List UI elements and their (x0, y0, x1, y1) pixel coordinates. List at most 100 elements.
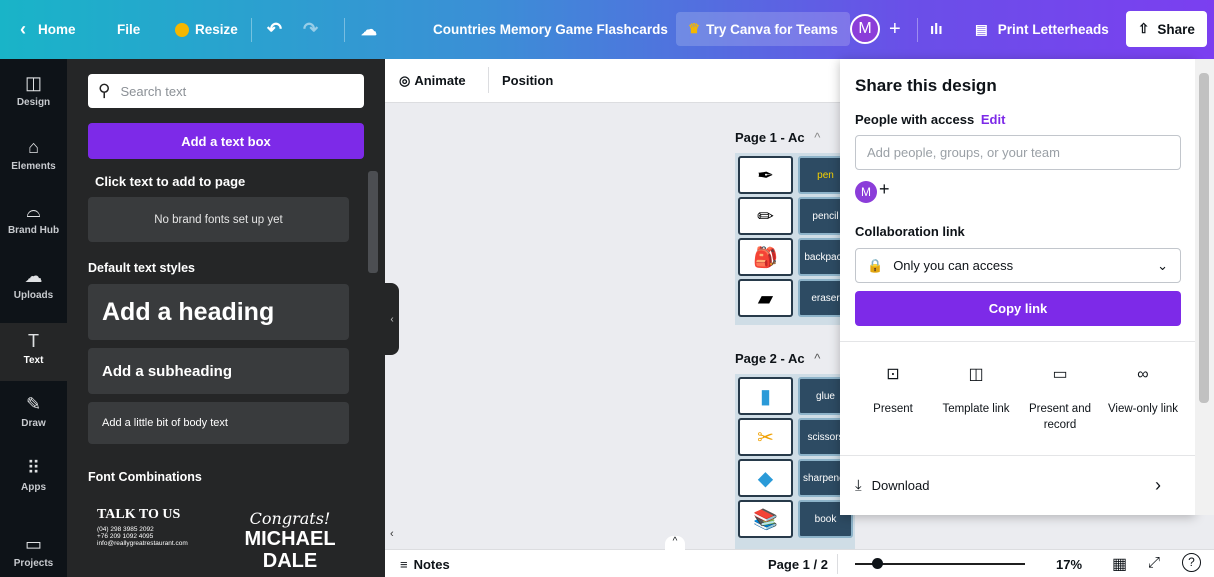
rail-brand-hub[interactable]: ⌓ Brand Hub (0, 201, 67, 236)
rail-uploads[interactable]: ☁ Uploads (0, 266, 67, 301)
animate-icon: ◎ (399, 73, 411, 88)
download-option[interactable]: ⤓ Download › (855, 465, 1181, 505)
notes-icon: ≡ (400, 557, 408, 572)
sharpener-image: ◆ (738, 459, 793, 497)
share-scrollbar[interactable] (1195, 59, 1214, 515)
add-subheading-button[interactable]: Add a subheading (88, 348, 349, 394)
expand-pages-button[interactable]: ^ (665, 536, 685, 550)
top-bar: ‹ Home File Resize ↶ ↷ ☁ Countries Memory… (0, 0, 1214, 59)
cloud-saved-icon[interactable]: ☁ (361, 0, 377, 59)
add-heading-button[interactable]: Add a heading (88, 284, 349, 340)
brand-icon: ⌓ (26, 201, 41, 221)
print-button[interactable]: ▤ Print Letterheads (975, 0, 1109, 59)
bottom-bar: ≡ Notes ^ Page 1 / 2 17% ▦ ⤢ ? (385, 536, 1214, 577)
scissors-image: ✂ (738, 418, 793, 456)
brand-fonts-card: No brand fonts set up yet (88, 197, 349, 242)
present-record-option[interactable]: ▭ Present and record (1020, 357, 1100, 433)
copy-link-button[interactable]: Copy link (855, 291, 1181, 326)
rail-elements[interactable]: ⌂ Elements (0, 137, 67, 172)
editor-toolbar: ◎ Animate Position (385, 59, 840, 103)
rail-projects[interactable]: ▭ Projects (0, 534, 67, 569)
shapes-icon: ⌂ (28, 137, 39, 157)
upload-share-icon: ⇧ (1138, 21, 1150, 36)
add-person-icon[interactable]: + (879, 179, 890, 200)
rail-text[interactable]: T Text (0, 323, 67, 381)
fullscreen-icon[interactable]: ⤢ (1148, 554, 1160, 571)
chevron-up-icon: ^ (672, 536, 678, 547)
panel-scrollbar[interactable] (368, 171, 378, 273)
backpack-image: 🎒 (738, 238, 793, 276)
upload-icon: ☁ (24, 266, 43, 286)
present-option[interactable]: ⊡ Present (853, 357, 933, 417)
chevron-up-icon[interactable]: ^ (814, 351, 820, 366)
rail-apps[interactable]: ⠿ Apps (0, 458, 67, 493)
default-styles-label: Default text styles (88, 261, 195, 275)
font-combinations-label: Font Combinations (88, 470, 202, 484)
layout-icon: ◫ (24, 73, 42, 93)
add-people-input[interactable]: Add people, groups, or your team (855, 135, 1181, 170)
pen-image: ✒ (738, 156, 793, 194)
share-title: Share this design (855, 76, 997, 95)
help-icon[interactable]: ? (1182, 553, 1201, 572)
apps-icon: ⠿ (26, 458, 41, 478)
notes-button[interactable]: ≡ Notes (400, 557, 450, 572)
link-access-select[interactable]: 🔒 Only you can access ⌄ (855, 248, 1181, 283)
design-title[interactable]: Countries Memory Game Flashcards (433, 0, 668, 59)
home-button[interactable]: ‹ Home (20, 0, 76, 59)
text-panel: ⚲ Search text Add a text box Click text t… (67, 59, 385, 577)
undo-icon[interactable]: ↶ (267, 0, 282, 59)
add-text-box-button[interactable]: Add a text box (88, 123, 364, 159)
edit-link[interactable]: Edit (981, 112, 1006, 127)
draw-icon: ✎ (25, 394, 42, 414)
scrollbar-thumb[interactable] (1199, 73, 1209, 403)
book-image: 📚 (738, 500, 793, 538)
add-collaborator-icon[interactable]: + (889, 0, 901, 59)
crown-icon: ♛ (688, 21, 701, 36)
share-panel: Share this design People with access Edi… (840, 59, 1195, 515)
chevron-left-icon: ‹ (20, 19, 26, 39)
try-teams-button[interactable]: ♛ Try Canva for Teams (676, 12, 850, 46)
eraser-image: ▰ (738, 279, 793, 317)
scroll-left-icon[interactable]: ‹ (390, 528, 394, 540)
font-combo-contact[interactable]: TALK TO US (04) 298 3985 2092 +76 209 10… (97, 507, 217, 577)
search-icon: ⚲ (98, 81, 111, 100)
avatar[interactable]: M (855, 181, 877, 203)
rail-draw[interactable]: ✎ Draw (0, 394, 67, 429)
page-1-thumbnail[interactable]: ✒ pen ✏ pencil 🎒 backpack ▰ eraser (735, 153, 855, 325)
search-input[interactable]: ⚲ Search text (88, 74, 364, 108)
click-text-label: Click text to add to page (95, 174, 246, 189)
lock-icon: 🔒 (867, 257, 884, 273)
view-only-link-option[interactable]: ∞ View-only link (1103, 357, 1183, 417)
collab-link-label: Collaboration link (855, 224, 965, 239)
insights-icon[interactable]: ılı (930, 0, 943, 59)
download-icon: ⤓ (855, 476, 862, 494)
template-link-option[interactable]: ◫ Template link (936, 357, 1016, 417)
redo-icon[interactable]: ↷ (303, 0, 318, 59)
add-body-text-button[interactable]: Add a little bit of body text (88, 402, 349, 444)
font-combo-congrats[interactable]: Congrats! MICHAEL DALE (235, 509, 345, 577)
avatar[interactable]: M (850, 14, 880, 44)
chevron-up-icon[interactable]: ^ (814, 130, 820, 145)
zoom-level[interactable]: 17% (1056, 557, 1082, 572)
page-2-label[interactable]: Page 2 - Ac ^ (735, 351, 820, 366)
crown-icon (175, 22, 189, 37)
pencil-image: ✏ (738, 197, 793, 235)
grid-view-icon[interactable]: ▦ (1112, 554, 1127, 574)
animate-button[interactable]: ◎ Animate (399, 73, 466, 89)
chevron-down-icon: ⌄ (1157, 257, 1168, 273)
rail-design[interactable]: ◫ Design (0, 73, 67, 108)
share-button[interactable]: ⇧ Share (1126, 11, 1207, 47)
record-icon: ▭ (1052, 366, 1068, 383)
people-access-label: People with access Edit (855, 112, 1006, 127)
position-button[interactable]: Position (502, 73, 553, 88)
zoom-slider-thumb[interactable] (872, 558, 883, 569)
page-indicator[interactable]: Page 1 / 2 (768, 557, 828, 572)
page-1-label[interactable]: Page 1 - Ac ^ (735, 130, 820, 145)
file-menu[interactable]: File (117, 0, 140, 59)
resize-button[interactable]: Resize (175, 0, 238, 59)
page-2-thumbnail[interactable]: ▮ glue ✂ scissors ◆ sharpener 📚 book (735, 374, 855, 549)
link-icon: ∞ (1137, 366, 1149, 383)
side-rail: ◫ Design ⌂ Elements ⌓ Brand Hub ☁ Uploads TT… (0, 59, 67, 577)
text-icon: T (28, 331, 39, 351)
collapse-panel-button[interactable]: ‹ (385, 283, 399, 355)
